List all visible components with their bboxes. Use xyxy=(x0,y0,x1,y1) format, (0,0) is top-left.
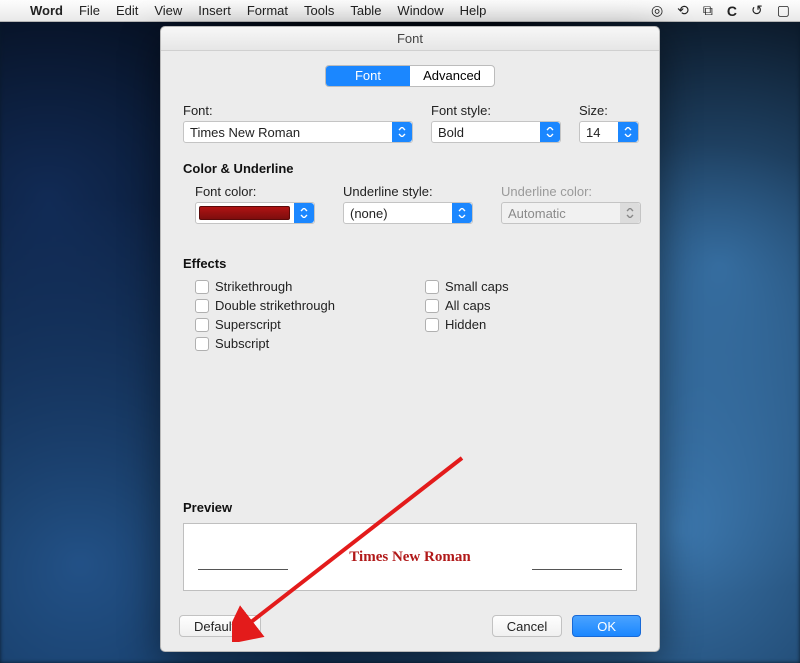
ok-button[interactable]: OK xyxy=(572,615,641,637)
dropbox-icon[interactable]: ⧉ xyxy=(703,2,713,19)
chevron-down-icon xyxy=(620,203,640,223)
effects-heading: Effects xyxy=(183,256,637,271)
font-select[interactable]: Times New Roman xyxy=(183,121,413,143)
color-underline-heading: Color & Underline xyxy=(183,161,637,176)
menu-edit[interactable]: Edit xyxy=(116,3,138,18)
dialog-footer: Default... Cancel OK xyxy=(161,605,659,651)
macos-menubar: Word File Edit View Insert Format Tools … xyxy=(0,0,800,22)
font-color-swatch xyxy=(199,206,290,220)
underline-color-select: Automatic xyxy=(501,202,641,224)
font-dialog: Font Font Advanced Font: Times New Roman… xyxy=(160,26,660,652)
underline-style-value: (none) xyxy=(350,206,388,221)
checkbox-strikethrough[interactable]: Strikethrough xyxy=(195,279,385,294)
menu-window[interactable]: Window xyxy=(397,3,443,18)
chevron-down-icon xyxy=(618,122,638,142)
font-color-select[interactable] xyxy=(195,202,315,224)
chevron-down-icon xyxy=(294,203,314,223)
size-label: Size: xyxy=(579,103,639,118)
preview-heading: Preview xyxy=(183,500,637,515)
size-value: 14 xyxy=(586,125,600,140)
dialog-title: Font xyxy=(161,27,659,51)
font-label: Font: xyxy=(183,103,413,118)
font-style-select[interactable]: Bold xyxy=(431,121,561,143)
preview-rule-left xyxy=(198,569,288,570)
menu-help[interactable]: Help xyxy=(460,3,487,18)
font-value: Times New Roman xyxy=(190,125,300,140)
menu-tools[interactable]: Tools xyxy=(304,3,334,18)
underline-color-label: Underline color: xyxy=(501,184,641,199)
chevron-down-icon xyxy=(452,203,472,223)
tab-advanced[interactable]: Advanced xyxy=(410,66,494,86)
checkbox-subscript[interactable]: Subscript xyxy=(195,336,385,351)
underline-style-label: Underline style: xyxy=(343,184,473,199)
underline-style-select[interactable]: (none) xyxy=(343,202,473,224)
preview-box: Times New Roman xyxy=(183,523,637,591)
checkbox-superscript[interactable]: Superscript xyxy=(195,317,385,332)
font-style-value: Bold xyxy=(438,125,464,140)
default-button[interactable]: Default... xyxy=(179,615,261,637)
menu-format[interactable]: Format xyxy=(247,3,288,18)
menu-table[interactable]: Table xyxy=(350,3,381,18)
cancel-button[interactable]: Cancel xyxy=(492,615,562,637)
preview-rule-right xyxy=(532,569,622,570)
menu-view[interactable]: View xyxy=(154,3,182,18)
dialog-tabs: Font Advanced xyxy=(325,65,495,87)
preview-text: Times New Roman xyxy=(349,549,470,566)
underline-color-value: Automatic xyxy=(508,206,566,221)
size-select[interactable]: 14 xyxy=(579,121,639,143)
chevron-down-icon xyxy=(392,122,412,142)
checkbox-all-caps[interactable]: All caps xyxy=(425,298,509,313)
app-name[interactable]: Word xyxy=(30,3,63,18)
tab-font[interactable]: Font xyxy=(326,66,410,86)
font-style-label: Font style: xyxy=(431,103,561,118)
status-icon-2[interactable]: ⟲ xyxy=(677,2,689,19)
timemachine-icon[interactable]: ↺ xyxy=(751,2,763,19)
menu-file[interactable]: File xyxy=(79,3,100,18)
checkbox-small-caps[interactable]: Small caps xyxy=(425,279,509,294)
status-icon-c[interactable]: C xyxy=(727,3,737,19)
font-color-label: Font color: xyxy=(195,184,315,199)
airplay-icon[interactable]: ▢ xyxy=(777,2,790,19)
checkbox-hidden[interactable]: Hidden xyxy=(425,317,509,332)
checkbox-double-strikethrough[interactable]: Double strikethrough xyxy=(195,298,385,313)
menu-insert[interactable]: Insert xyxy=(198,3,231,18)
chevron-down-icon xyxy=(540,122,560,142)
status-icon-1[interactable]: ◎ xyxy=(651,2,663,19)
